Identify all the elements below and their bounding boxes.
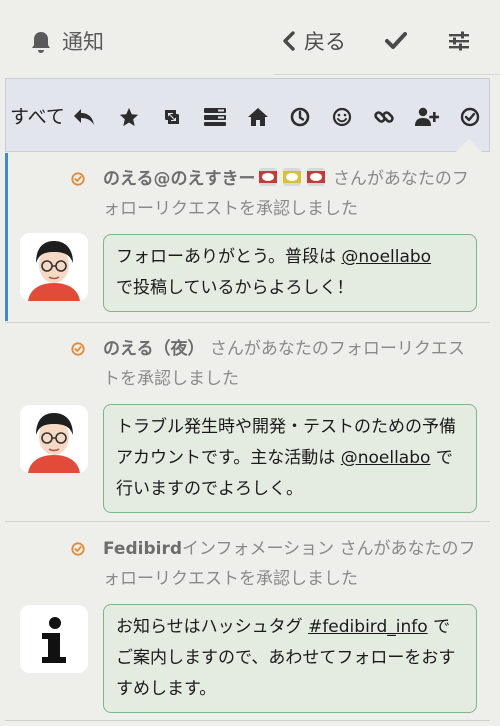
unread-indicator — [5, 153, 8, 321]
reply-icon[interactable] — [72, 105, 96, 129]
list-icon[interactable] — [203, 105, 227, 129]
check-circle-icon — [71, 172, 85, 186]
back-button[interactable]: 戻る — [282, 26, 346, 56]
header-divider — [274, 74, 500, 75]
check-circle-icon — [71, 342, 85, 356]
link-icon[interactable] — [372, 105, 396, 129]
mention-link[interactable]: @noellabo — [341, 448, 431, 468]
divider — [5, 720, 490, 721]
chevron-left-icon — [282, 30, 296, 52]
hashtag-link[interactable]: #fedibird_info — [308, 617, 428, 637]
clock-icon[interactable] — [288, 105, 312, 129]
mention-link[interactable]: @noellabo — [341, 247, 431, 267]
actor-name[interactable]: Fedibird — [103, 539, 182, 559]
info-avatar[interactable] — [20, 605, 88, 673]
notification-message: のえる@のえすきー さんがあなたのフォローリクエストを承認しました — [103, 164, 478, 224]
avatar[interactable] — [20, 233, 88, 301]
check-icon[interactable] — [385, 31, 407, 51]
message-bubble: お知らせはハッシュタグ #fedibird_info でご案内しますので、あわせ… — [103, 604, 477, 713]
column-header: 通知 戻る — [0, 0, 500, 80]
notification-item[interactable]: Fedibirdインフォメーション さんがあなたのフォローリクエストを承認しまし… — [5, 522, 490, 726]
notification-filter-bar: すべて — [5, 78, 490, 152]
bubble-text: フォローありがとう。普段は — [116, 247, 342, 267]
can-emoji-yellow — [281, 167, 303, 187]
notification-message: Fedibirdインフォメーション さんがあなたのフォローリクエストを承認しまし… — [103, 534, 478, 594]
avatar[interactable] — [20, 405, 88, 473]
can-emoji-red — [257, 167, 279, 187]
filter-all[interactable]: すべて — [10, 102, 65, 129]
notification-item[interactable]: のえる@のえすきー さんがあなたのフォローリクエストを承認しました フォローあり… — [5, 153, 490, 321]
sliders-icon[interactable] — [448, 31, 470, 51]
actor-name-suffix: インフォメーション — [182, 539, 335, 559]
check-circle-icon[interactable] — [458, 105, 482, 129]
user-plus-icon[interactable] — [415, 105, 439, 129]
home-icon[interactable] — [246, 105, 270, 129]
actor-name[interactable]: のえる（夜） — [103, 339, 205, 359]
actor-name[interactable]: のえる@のえすきー — [103, 169, 256, 189]
star-icon[interactable] — [117, 105, 141, 129]
bubble-text: お知らせはハッシュタグ — [116, 617, 309, 637]
back-label: 戻る — [304, 30, 346, 54]
column-title: 通知 — [62, 30, 104, 54]
message-bubble: トラブル発生時や開発・テストのための予備アカウントです。主な活動は @noell… — [103, 404, 477, 513]
bubble-text: で投稿しているからよろしく！ — [116, 278, 354, 298]
can-emoji-red — [305, 167, 327, 187]
check-circle-icon — [71, 542, 85, 556]
notification-item[interactable]: のえる（夜） さんがあなたのフォローリクエストを承認しました トラブル発生時や開… — [5, 323, 490, 521]
boost-icon[interactable] — [160, 105, 184, 129]
smile-icon[interactable] — [330, 105, 354, 129]
notification-message: のえる（夜） さんがあなたのフォローリクエストを承認しました — [103, 334, 478, 394]
message-bubble: フォローありがとう。普段は @noellabo で投稿しているからよろしく！ — [103, 234, 477, 312]
active-filter-caret — [455, 139, 483, 153]
bell-icon — [30, 30, 52, 54]
